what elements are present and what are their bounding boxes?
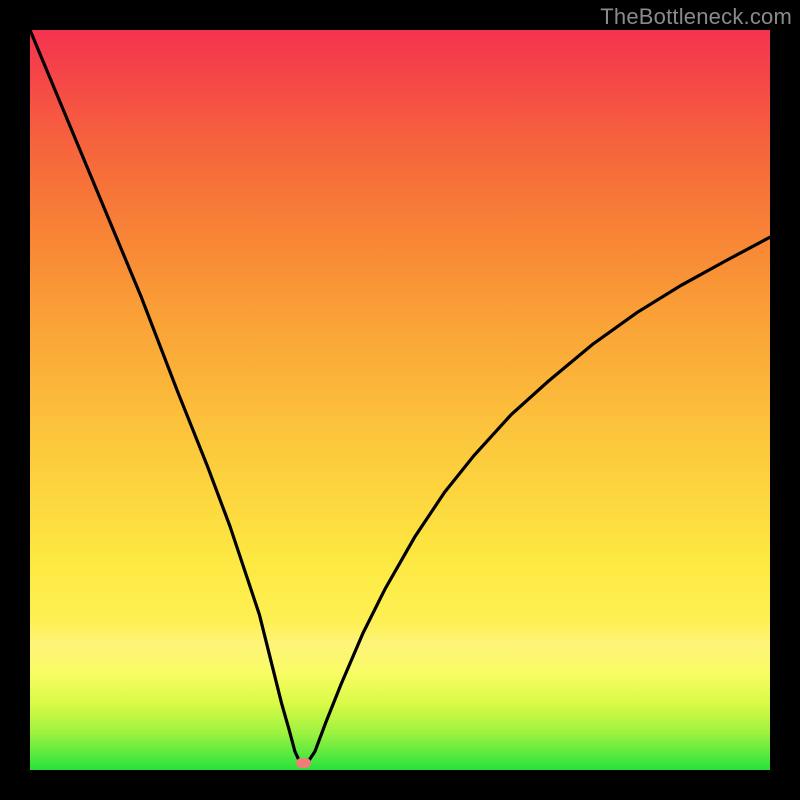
watermark-text: TheBottleneck.com (600, 4, 792, 30)
plot-area (30, 30, 770, 770)
chart-frame: TheBottleneck.com (0, 0, 800, 800)
